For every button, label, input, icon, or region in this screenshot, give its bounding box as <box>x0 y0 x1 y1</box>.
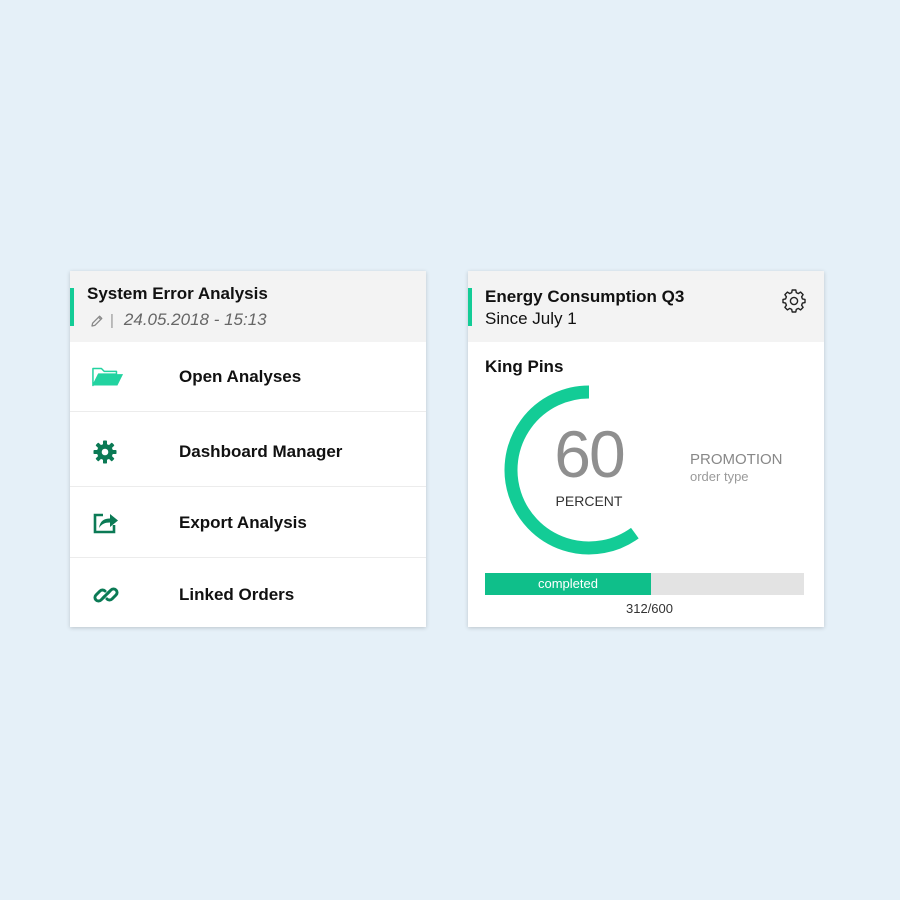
kpi-subtitle: Since July 1 <box>485 309 577 328</box>
analysis-card-header: System Error Analysis | 24.05.2018 - 15:… <box>70 271 426 342</box>
pencil-icon[interactable] <box>90 313 104 327</box>
menu-label: Export Analysis <box>179 512 307 532</box>
gear-icon <box>92 438 124 466</box>
gear-icon <box>782 289 806 317</box>
gauge-value: 60 <box>554 417 625 491</box>
section-title: King Pins <box>485 357 564 376</box>
progress-label: completed <box>538 576 598 591</box>
analysis-card: System Error Analysis | 24.05.2018 - 15:… <box>70 271 426 627</box>
analysis-meta: | 24.05.2018 - 15:13 <box>90 310 267 330</box>
kpi-card-header: Energy Consumption Q3 Since July 1 <box>468 271 824 342</box>
promotion-subtitle: order type <box>690 469 749 484</box>
menu-item-export-analysis[interactable]: Export Analysis <box>70 488 426 558</box>
analysis-title: System Error Analysis <box>87 284 268 303</box>
meta-separator: | <box>110 311 114 329</box>
progress-bar: completed <box>485 573 804 595</box>
promotion-title: PROMOTION <box>690 451 783 468</box>
accent-bar <box>70 288 74 326</box>
gauge-unit: PERCENT <box>555 493 623 509</box>
menu-label: Open Analyses <box>179 366 302 386</box>
analysis-timestamp: 24.05.2018 - 15:13 <box>123 310 267 329</box>
settings-button[interactable] <box>782 289 806 313</box>
menu-item-open-analyses[interactable]: Open Analyses <box>70 342 426 412</box>
kpi-title: Energy Consumption Q3 <box>485 287 685 306</box>
progress-count: 312/600 <box>626 601 673 616</box>
menu-item-dashboard-manager[interactable]: Dashboard Manager <box>70 417 426 487</box>
menu-label: Dashboard Manager <box>179 441 343 461</box>
accent-bar <box>468 288 472 326</box>
menu-label: Linked Orders <box>179 585 295 604</box>
link-icon <box>92 581 124 609</box>
export-share-icon <box>92 509 124 537</box>
menu-item-linked-orders[interactable]: Linked Orders <box>70 560 426 627</box>
folder-open-icon <box>92 363 124 391</box>
kpi-card: Energy Consumption Q3 Since July 1 King … <box>468 271 824 627</box>
